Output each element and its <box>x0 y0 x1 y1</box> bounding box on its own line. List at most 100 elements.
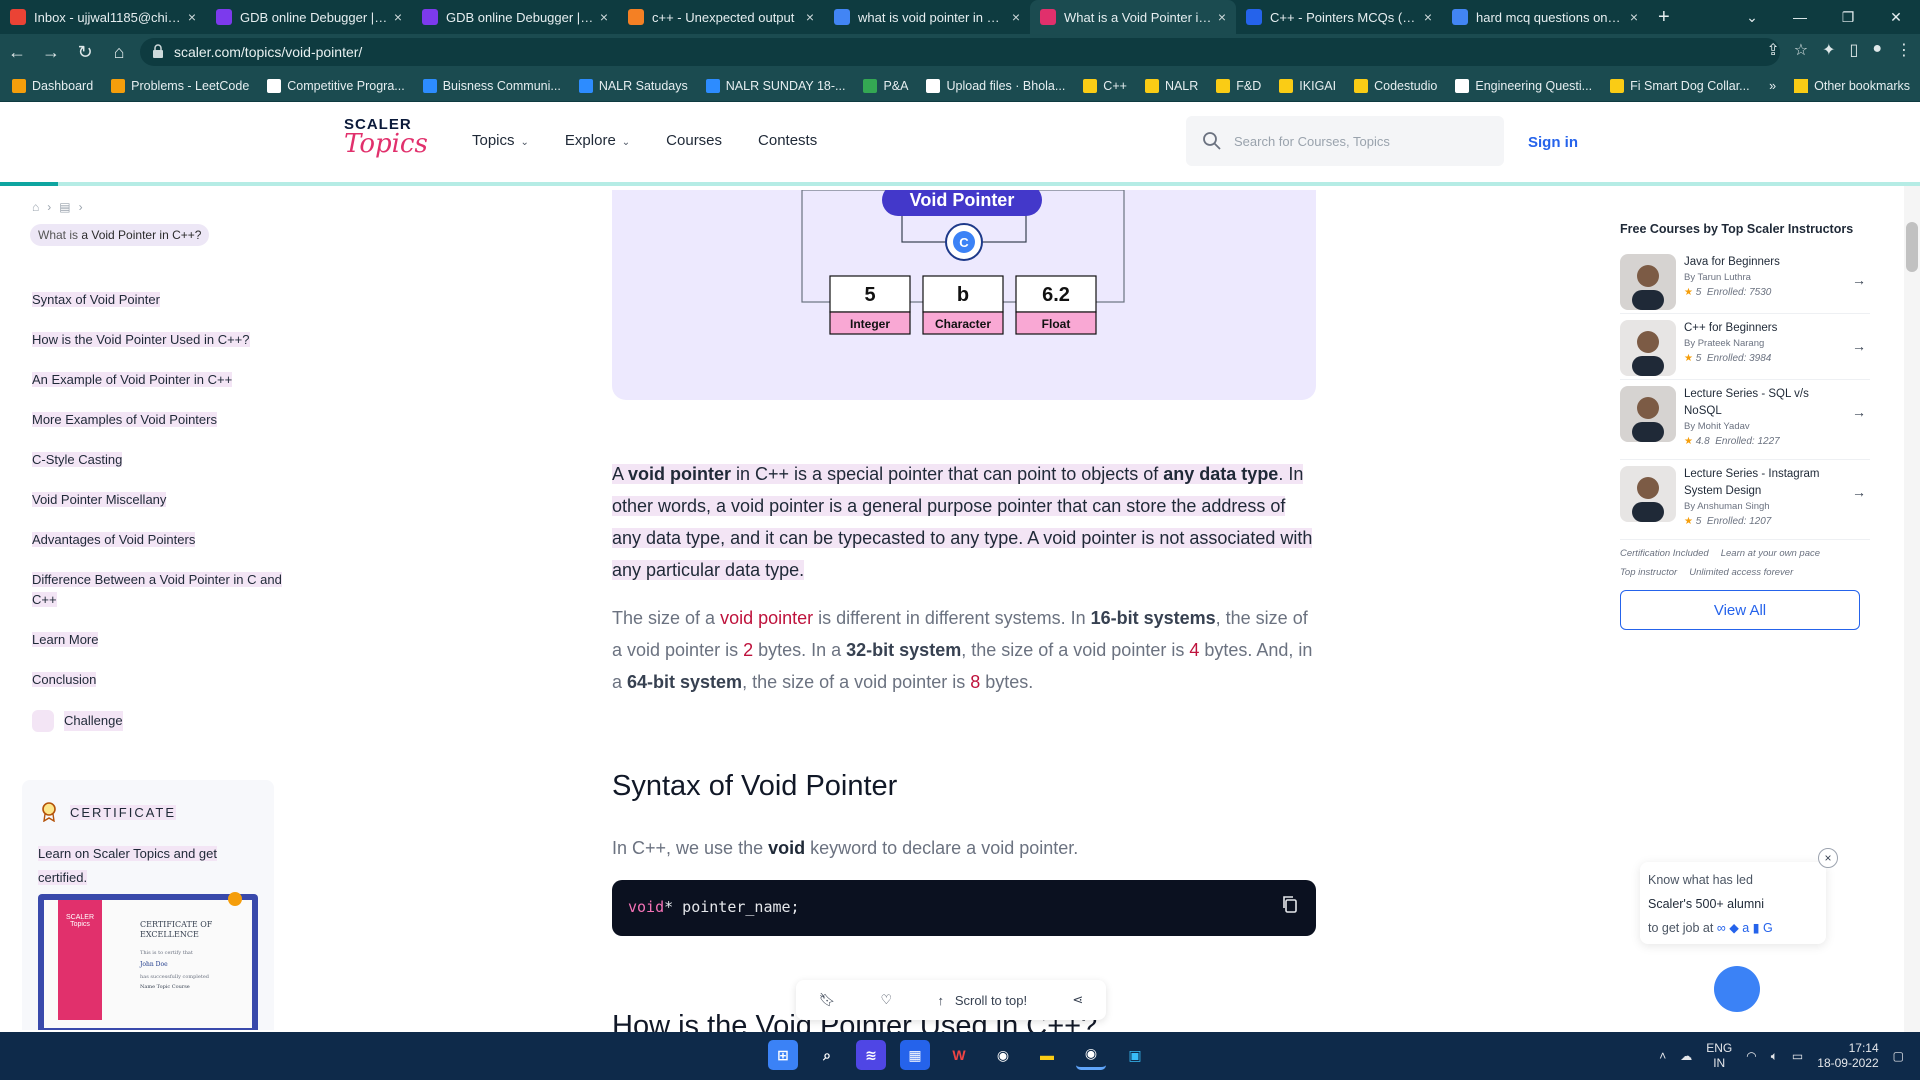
toc-item[interactable]: Conclusion <box>32 670 284 690</box>
bookmark-item[interactable]: Buisness Communi... <box>422 78 561 93</box>
toc-item[interactable]: Void Pointer Miscellany <box>32 490 284 510</box>
bookmark-item[interactable]: Problems - LeetCode <box>111 78 249 93</box>
menu-icon[interactable]: ⋮ <box>1896 40 1912 60</box>
close-window-button[interactable]: ✕ <box>1872 9 1920 26</box>
bookmark-item[interactable]: F&D <box>1216 78 1261 93</box>
clock[interactable]: 17:14 18-09-2022 <box>1817 1041 1878 1071</box>
bookmark-item[interactable]: Engineering Questi... <box>1455 78 1592 93</box>
bookmark-item[interactable]: P&A <box>863 78 908 93</box>
bookmark-item[interactable]: NALR <box>1144 78 1198 93</box>
chat-avatar[interactable] <box>1714 966 1760 1012</box>
cloud-icon[interactable]: ☁ <box>1680 1049 1692 1063</box>
browser-tab[interactable]: GDB online Debugger | Co × <box>412 0 618 34</box>
reload-icon[interactable]: ↻ <box>68 42 102 63</box>
toc-item[interactable]: An Example of Void Pointer in C++ <box>32 370 284 390</box>
bookmark-item[interactable]: NALR SUNDAY 18-... <box>705 78 845 93</box>
wps-icon[interactable]: W <box>944 1040 974 1070</box>
search-icon[interactable]: ⌕ <box>812 1040 842 1070</box>
browser-tab[interactable]: what is void pointer in c++ × <box>824 0 1030 34</box>
arrow-right-icon[interactable]: → <box>1852 272 1866 288</box>
toc-item[interactable]: C-Style Casting <box>32 450 284 470</box>
url-bar[interactable]: scaler.com/topics/void-pointer/ <box>140 38 1780 66</box>
volume-icon[interactable]: 🔈︎ <box>1771 1049 1778 1064</box>
bookmark-item[interactable]: NALR Satudays <box>578 78 688 93</box>
chevron-up-icon[interactable]: ˄ <box>1659 1049 1666 1063</box>
back-icon[interactable]: ← <box>0 42 34 63</box>
battery-icon[interactable]: ▭ <box>1792 1049 1803 1063</box>
toc-item[interactable]: More Examples of Void Pointers <box>32 410 284 430</box>
new-tab-button[interactable]: + <box>1648 0 1688 34</box>
browser-tab[interactable]: GDB online Debugger | Co × <box>206 0 412 34</box>
bookmark-item[interactable]: Codestudio <box>1354 78 1437 93</box>
bookmark-item[interactable]: Fi Smart Dog Collar... <box>1610 78 1750 93</box>
close-tab-icon[interactable]: × <box>1218 9 1226 25</box>
minimize-button[interactable]: — <box>1776 9 1824 25</box>
share-icon[interactable]: ⇪ <box>1766 40 1779 60</box>
alumni-popup[interactable]: Know what has led Scaler's 500+ alumni t… <box>1640 862 1826 944</box>
arrow-right-icon[interactable]: → <box>1852 404 1866 420</box>
bookmark-item[interactable]: Upload files · Bhola... <box>926 78 1065 93</box>
profile-avatar[interactable]: ● <box>1872 40 1882 60</box>
browser-tab[interactable]: Inbox - ujjwal1185@chitkar × <box>0 0 206 34</box>
nav-topics[interactable]: Topics ⌄ <box>472 132 529 149</box>
scrollbar-track[interactable] <box>1904 186 1920 1032</box>
nav-explore[interactable]: Explore ⌄ <box>565 132 630 149</box>
toc-item[interactable]: Learn More <box>32 630 284 650</box>
close-tab-icon[interactable]: × <box>600 9 608 25</box>
chrome-icon[interactable]: ◉ <box>988 1040 1018 1070</box>
close-tab-icon[interactable]: × <box>394 9 402 25</box>
nav-contests[interactable]: Contests <box>758 132 817 149</box>
toc-challenge[interactable]: Challenge <box>32 710 284 732</box>
toc-item[interactable]: Difference Between a Void Pointer in C a… <box>32 570 284 610</box>
like-icon[interactable]: ♡ <box>881 992 893 1008</box>
language-indicator[interactable]: ENG IN <box>1706 1041 1732 1071</box>
signin-link[interactable]: Sign in <box>1528 134 1578 151</box>
bookmark-icon[interactable]: 🔖︎ <box>819 992 836 1008</box>
scrollbar-thumb[interactable] <box>1906 222 1918 272</box>
store-icon[interactable]: ▦ <box>900 1040 930 1070</box>
close-tab-icon[interactable]: × <box>1630 9 1638 25</box>
toc-item[interactable]: Advantages of Void Pointers <box>32 530 284 550</box>
toc-item[interactable]: Syntax of Void Pointer <box>32 290 284 310</box>
start-icon[interactable]: ⊞ <box>768 1040 798 1070</box>
close-tab-icon[interactable]: × <box>188 9 196 25</box>
wifi-icon[interactable]: ◠ <box>1746 1049 1756 1063</box>
more-bookmarks-icon[interactable]: » <box>1769 79 1776 93</box>
forward-icon[interactable]: → <box>34 42 68 63</box>
arrow-right-icon[interactable]: → <box>1852 338 1866 354</box>
scaler-topics-logo[interactable]: SCALER Topics <box>344 116 428 166</box>
restore-button[interactable]: ❐ <box>1824 9 1872 26</box>
extensions-icon[interactable]: ✦ <box>1822 40 1835 60</box>
chrome-active-icon[interactable]: ◉ <box>1076 1040 1106 1070</box>
scroll-to-top-button[interactable]: ↑ Scroll to top! <box>937 993 1027 1008</box>
bookmark-star-icon[interactable]: ☆ <box>1794 40 1808 60</box>
close-tab-icon[interactable]: × <box>806 9 814 25</box>
toc-item[interactable]: How is the Void Pointer Used in C++? <box>32 330 284 350</box>
browser-tab[interactable]: hard mcq questions on po × <box>1442 0 1648 34</box>
browser-tab[interactable]: c++ - Unexpected output × <box>618 0 824 34</box>
file-explorer-icon[interactable]: ▬ <box>1032 1040 1062 1070</box>
course-card[interactable]: Lecture Series - Instagram System Design… <box>1620 460 1870 540</box>
view-all-button[interactable]: View All <box>1620 590 1860 630</box>
copy-icon[interactable] <box>1280 894 1300 914</box>
photos-icon[interactable]: ▣ <box>1120 1040 1150 1070</box>
topic-list-icon[interactable]: ▤ <box>59 200 70 214</box>
vs-code-icon[interactable]: ≋ <box>856 1040 886 1070</box>
certificate-preview[interactable]: SCALER Topics CERTIFICATE OF EXCELLENCE … <box>38 892 258 1030</box>
browser-tab[interactable]: C++ - Pointers MCQs (Mu × <box>1236 0 1442 34</box>
close-popup-icon[interactable]: × <box>1818 848 1838 868</box>
nav-courses[interactable]: Courses <box>666 132 722 149</box>
close-tab-icon[interactable]: × <box>1012 9 1020 25</box>
course-card[interactable]: Lecture Series - SQL v/s NoSQL By Mohit … <box>1620 380 1870 460</box>
close-tab-icon[interactable]: × <box>1424 9 1432 25</box>
other-bookmarks[interactable]: Other bookmarks <box>1814 79 1910 93</box>
bookmark-item[interactable]: Dashboard <box>12 78 93 93</box>
bookmark-item[interactable]: C++ <box>1083 78 1127 93</box>
notification-icon[interactable]: ▢ <box>1893 1049 1904 1063</box>
browser-tab[interactable]: What is a Void Pointer in C × <box>1030 0 1236 34</box>
bookmark-item[interactable]: IKIGAI <box>1279 78 1336 93</box>
arrow-right-icon[interactable]: → <box>1852 484 1866 500</box>
share-icon[interactable]: ⋖ <box>1072 992 1083 1008</box>
bookmark-item[interactable]: Competitive Progra... <box>267 78 405 93</box>
course-card[interactable]: Java for Beginners By Tarun Luthra ★ 5 E… <box>1620 248 1870 314</box>
